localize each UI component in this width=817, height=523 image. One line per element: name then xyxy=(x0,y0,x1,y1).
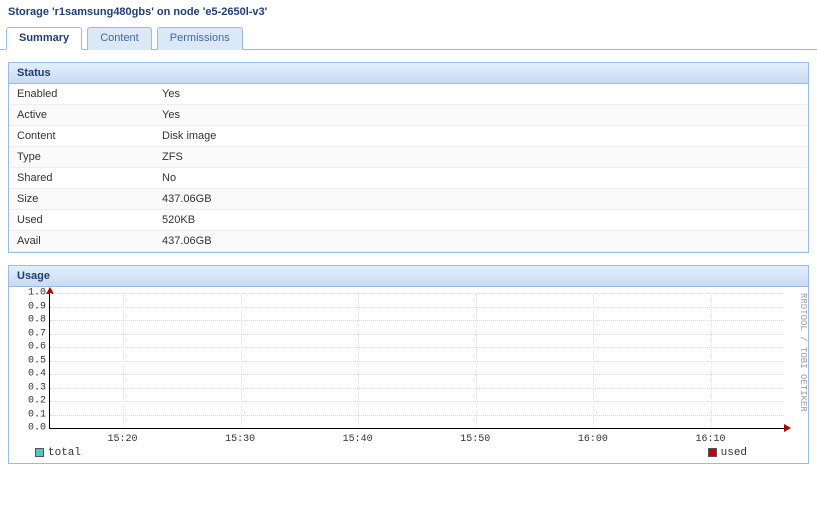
usage-chart: RRDTOOL / TOBI OETIKER 1.0 0.9 0.8 0.7 0… xyxy=(9,287,808,463)
status-header: Status xyxy=(9,63,808,84)
status-key: Used xyxy=(9,210,154,231)
usage-panel: Usage RRDTOOL / TOBI OETIKER 1.0 0.9 0.8… xyxy=(8,265,809,464)
status-table: EnabledYes ActiveYes ContentDisk image T… xyxy=(9,84,808,252)
status-key: Size xyxy=(9,189,154,210)
status-key: Type xyxy=(9,147,154,168)
rrd-credit: RRDTOOL / TOBI OETIKER xyxy=(798,293,808,443)
legend-total: total xyxy=(35,447,81,459)
table-row: Used520KB xyxy=(9,210,808,231)
status-key: Active xyxy=(9,105,154,126)
y-tick: 0.7 xyxy=(20,328,46,339)
tab-summary[interactable]: Summary xyxy=(6,27,82,50)
status-value: Yes xyxy=(154,84,808,105)
status-key: Enabled xyxy=(9,84,154,105)
table-row: EnabledYes xyxy=(9,84,808,105)
y-tick: 1.0 xyxy=(20,288,46,299)
x-tick: 16:00 xyxy=(578,434,608,445)
y-tick: 0.9 xyxy=(20,301,46,312)
usage-header: Usage xyxy=(9,266,808,287)
table-row: Avail437.06GB xyxy=(9,231,808,252)
status-value: 520KB xyxy=(154,210,808,231)
status-panel: Status EnabledYes ActiveYes ContentDisk … xyxy=(8,62,809,253)
x-axis-arrow-icon xyxy=(784,424,791,432)
status-value: ZFS xyxy=(154,147,808,168)
chart-grid: 1.0 0.9 0.8 0.7 0.6 0.5 0.4 0.3 0.2 0.1 … xyxy=(49,293,784,429)
table-row: ContentDisk image xyxy=(9,126,808,147)
tab-permissions[interactable]: Permissions xyxy=(157,27,243,50)
page-title: Storage 'r1samsung480gbs' on node 'e5-26… xyxy=(0,0,817,26)
legend-label: total xyxy=(48,447,81,459)
status-key: Content xyxy=(9,126,154,147)
y-tick: 0.8 xyxy=(20,315,46,326)
status-value: 437.06GB xyxy=(154,231,808,252)
status-key: Shared xyxy=(9,168,154,189)
table-row: SharedNo xyxy=(9,168,808,189)
y-tick: 0.0 xyxy=(20,423,46,434)
tabstrip: Summary Content Permissions xyxy=(0,26,817,50)
y-tick: 0.3 xyxy=(20,382,46,393)
tab-content[interactable]: Content xyxy=(87,27,152,50)
legend-swatch-icon xyxy=(708,448,717,457)
y-tick: 0.6 xyxy=(20,342,46,353)
table-row: TypeZFS xyxy=(9,147,808,168)
y-tick: 0.1 xyxy=(20,409,46,420)
table-row: Size437.06GB xyxy=(9,189,808,210)
y-tick: 0.5 xyxy=(20,355,46,366)
x-tick: 15:40 xyxy=(343,434,373,445)
status-value: No xyxy=(154,168,808,189)
status-value: Disk image xyxy=(154,126,808,147)
legend-label: used xyxy=(721,447,747,459)
y-tick: 0.4 xyxy=(20,369,46,380)
x-tick: 15:20 xyxy=(107,434,137,445)
chart-legend: total used xyxy=(35,447,802,459)
status-value: Yes xyxy=(154,105,808,126)
legend-swatch-icon xyxy=(35,448,44,457)
status-value: 437.06GB xyxy=(154,189,808,210)
legend-used: used xyxy=(708,447,747,459)
y-tick: 0.2 xyxy=(20,396,46,407)
table-row: ActiveYes xyxy=(9,105,808,126)
x-tick: 15:30 xyxy=(225,434,255,445)
status-key: Avail xyxy=(9,231,154,252)
x-tick: 16:10 xyxy=(695,434,725,445)
x-tick: 15:50 xyxy=(460,434,490,445)
